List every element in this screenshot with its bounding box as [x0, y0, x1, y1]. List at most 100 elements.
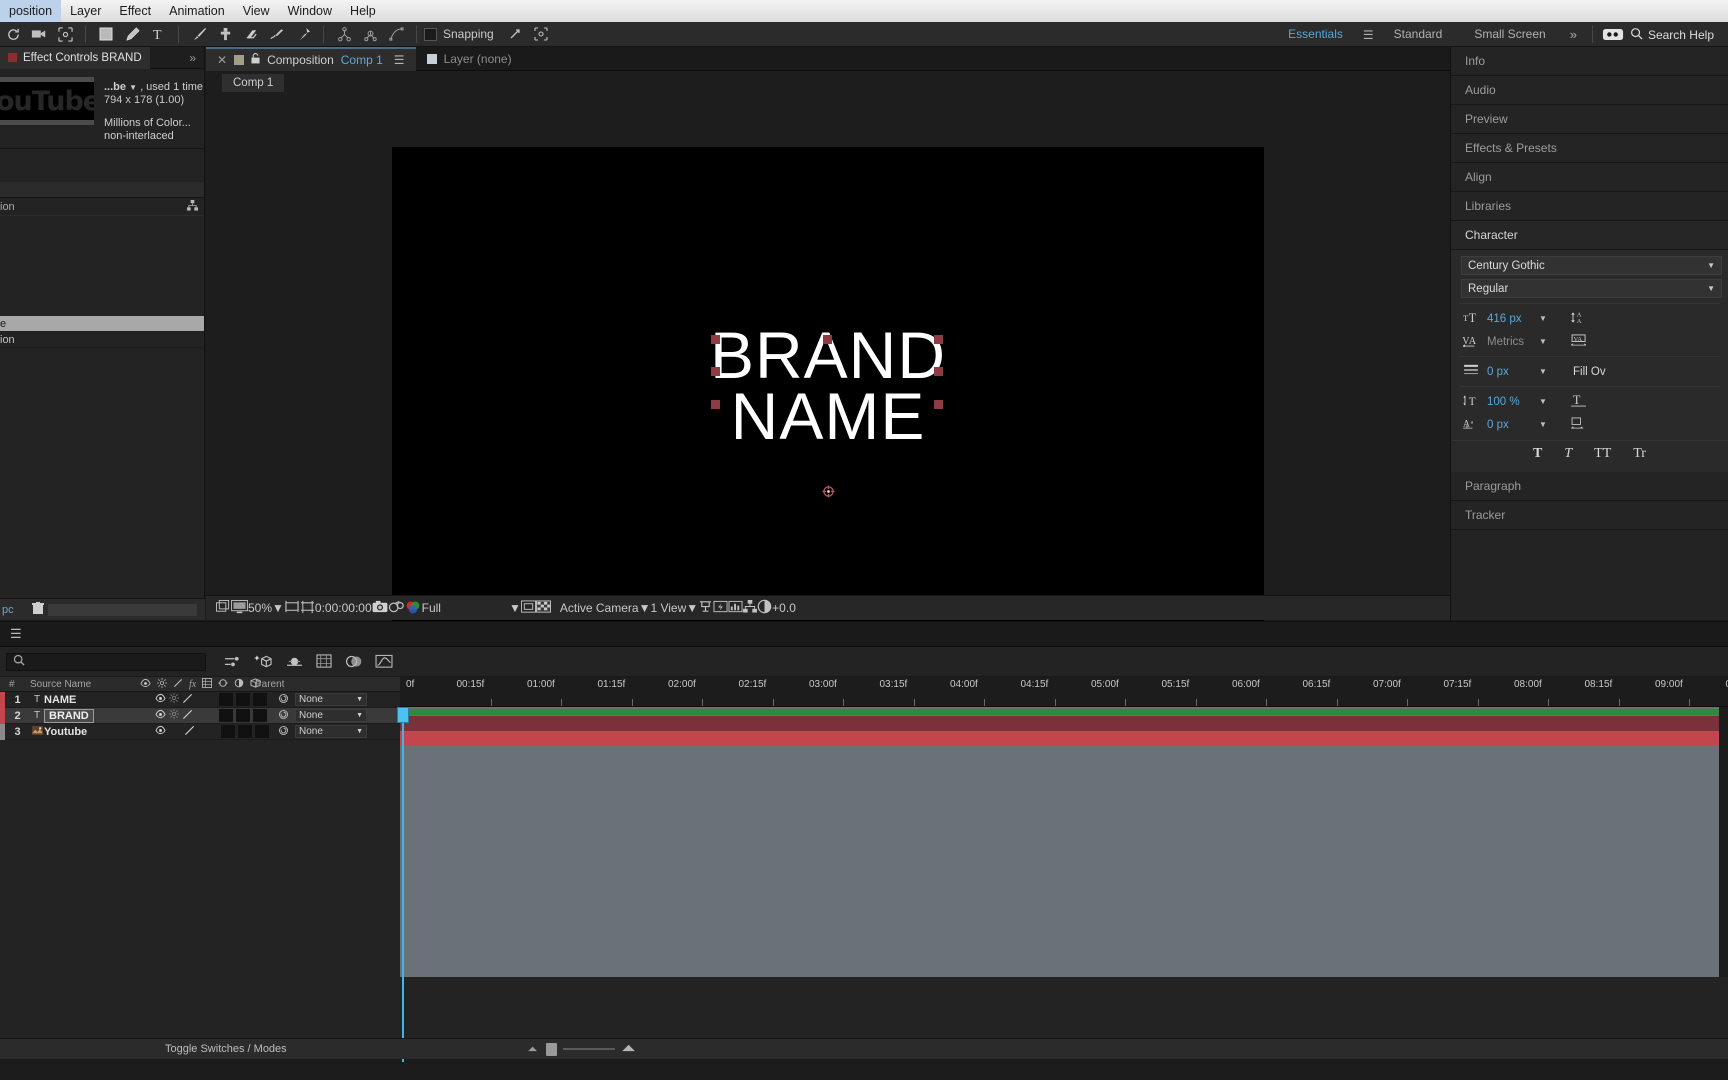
selection-handle-tl[interactable]	[711, 335, 720, 344]
view-count-chevron-icon[interactable]: ▼	[686, 601, 698, 615]
parent-dropdown[interactable]: None ▼	[295, 709, 367, 722]
parent-pickwhip-icon[interactable]	[278, 725, 289, 739]
composition-footer-toolbar[interactable]: 50% ▼ 0:00:00:00 Full ▼ Active Camera ▼ …	[206, 595, 1450, 620]
all-caps-button[interactable]: TT	[1594, 446, 1611, 462]
motion-blur-icon[interactable]	[286, 655, 303, 669]
timeline-toolrow[interactable]	[0, 647, 1728, 677]
switch-box-1[interactable]	[219, 693, 233, 706]
horizontal-scale-field[interactable]: T	[1569, 393, 1673, 410]
menu-item-effect[interactable]: Effect	[110, 0, 160, 22]
snapping-checkbox[interactable]	[424, 27, 437, 41]
workspace-overflow-icon[interactable]: »	[1562, 27, 1585, 42]
frame-blending-icon[interactable]	[316, 654, 332, 669]
region-interest-toggle-icon[interactable]	[520, 599, 536, 617]
current-time-indicator[interactable]	[397, 707, 409, 1062]
project-bit-depth-label[interactable]: pc	[0, 604, 14, 616]
graph-editor-icon[interactable]	[375, 654, 393, 669]
panel-effects-presets[interactable]: Effects & Presets	[1451, 134, 1728, 163]
switch-box-3[interactable]	[253, 693, 267, 706]
lock-toggle-icon[interactable]	[182, 693, 193, 707]
timeline-switch-buttons[interactable]	[224, 654, 393, 670]
mask-feather-tool-icon[interactable]	[384, 23, 408, 46]
project-row-selected[interactable]: e	[0, 316, 204, 332]
font-family-row[interactable]: Century Gothic ▼	[1451, 254, 1728, 277]
menu-item-composition[interactable]: position	[0, 0, 62, 22]
chevron-down-icon[interactable]: ▼	[1707, 261, 1715, 270]
font-size-chevron-icon[interactable]: ▼	[1539, 314, 1547, 323]
menu-item-window[interactable]: Window	[279, 0, 341, 22]
stroke-width-value[interactable]: 0 px	[1487, 366, 1533, 378]
selection-handle-br[interactable]	[934, 400, 943, 409]
menu-bar[interactable]: position Layer Effect Animation View Win…	[0, 0, 1728, 22]
composition-canvas[interactable]: BRAND NAME	[392, 147, 1264, 644]
panel-character[interactable]: Character	[1451, 221, 1728, 250]
baseline-shift-chevron-icon[interactable]: ▼	[1539, 420, 1547, 429]
switch-box-2[interactable]	[236, 693, 250, 706]
switch-box-2[interactable]	[238, 725, 252, 738]
menu-item-help[interactable]: Help	[341, 0, 385, 22]
snap-arrow-icon[interactable]	[503, 23, 527, 46]
character-panel-body[interactable]: Century Gothic ▼ Regular ▼ TT 416 px ▼ A…	[1451, 250, 1728, 472]
timeline-vertical-scrollbar[interactable]	[1719, 707, 1728, 977]
vertical-scale-row[interactable]: T 100 % ▼ T	[1451, 390, 1728, 413]
layer-search-input[interactable]	[6, 652, 206, 671]
parent-dropdown[interactable]: None ▼	[295, 725, 367, 738]
parent-pickwhip-icon[interactable]	[278, 709, 289, 723]
clone-stamp-tool-icon[interactable]	[213, 23, 237, 46]
layer-parent-cell[interactable]: None ▼	[278, 709, 367, 723]
selection-handle-tr[interactable]	[934, 335, 943, 344]
right-dock[interactable]: Info Audio Preview Effects & Presets Ali…	[1450, 47, 1728, 620]
project-item-list[interactable]: e ion	[0, 216, 204, 348]
timeline-zoom-widget[interactable]	[527, 1042, 638, 1056]
parent-chevron-icon[interactable]: ▼	[356, 712, 363, 719]
region-of-interest-icon[interactable]	[284, 600, 300, 617]
puppet-overlap-tool-icon[interactable]	[332, 23, 356, 46]
lock-icon[interactable]	[251, 52, 260, 67]
home-screen-icon[interactable]	[1601, 23, 1625, 46]
toggle-switches-modes-button[interactable]: Toggle Switches / Modes	[165, 1043, 287, 1055]
faux-italic-button[interactable]: T	[1564, 446, 1572, 462]
font-family-select[interactable]: Century Gothic ▼	[1461, 256, 1722, 275]
composition-menu-icon[interactable]: ☰	[394, 53, 405, 67]
fill-stroke-order-value[interactable]: Fill Ov	[1569, 366, 1606, 378]
timeline-panel[interactable]: ☰ # Source Name fx Parent 1 T NAME None …	[0, 621, 1728, 1062]
kerning-chevron-icon[interactable]: ▼	[1539, 337, 1547, 346]
tools-toolbar[interactable]: T Snapping Essentials ☰ Standard Small S…	[0, 22, 1728, 47]
font-style-row[interactable]: Regular ▼	[1451, 277, 1728, 300]
font-size-row[interactable]: TT 416 px ▼ AA	[1451, 307, 1728, 330]
layer-switches[interactable]	[155, 693, 267, 707]
grid-guides-icon[interactable]	[300, 600, 315, 617]
hierarchy-icon[interactable]	[187, 199, 198, 214]
layer-bar-youtube[interactable]	[400, 732, 1728, 746]
snap-bounds-icon[interactable]	[529, 23, 553, 46]
video-toggle-icon[interactable]	[155, 725, 166, 738]
composition-panel[interactable]: ✕ Composition Comp 1 ☰ Layer (none) Comp…	[206, 46, 1450, 644]
zoom-slider-knob[interactable]	[545, 1042, 557, 1056]
zoom-out-icon[interactable]	[527, 1043, 540, 1055]
draft-3d-icon[interactable]	[345, 654, 362, 669]
left-panel-tabbar[interactable]: Effect Controls BRAND »	[0, 46, 204, 69]
leading-field[interactable]: AA	[1569, 311, 1673, 327]
pen-tool-icon[interactable]	[120, 23, 144, 46]
vertical-scale-chevron-icon[interactable]: ▼	[1539, 397, 1547, 406]
camera-tool-icon[interactable]	[27, 23, 51, 46]
always-preview-icon[interactable]	[216, 599, 231, 617]
video-toggle-icon[interactable]	[155, 709, 166, 722]
column-header-parent[interactable]: Parent	[245, 679, 335, 690]
timeline-footer[interactable]: Toggle Switches / Modes	[0, 1038, 1728, 1059]
baseline-shift-value[interactable]: 0 px	[1487, 419, 1533, 431]
composition-tabbar[interactable]: ✕ Composition Comp 1 ☰ Layer (none)	[206, 46, 1450, 71]
timeline-tabbar[interactable]: ☰	[0, 622, 1728, 647]
resolution-value[interactable]: Full	[422, 601, 441, 615]
resolution-chevron-icon[interactable]: ▼	[441, 601, 521, 615]
delete-icon[interactable]	[14, 601, 44, 618]
tsume-field[interactable]	[1569, 417, 1673, 433]
layer-switches[interactable]	[155, 709, 267, 723]
layer-parent-cell[interactable]: None ▼	[278, 725, 367, 739]
pan-behind-tool-icon[interactable]	[53, 23, 77, 46]
layer-selection-box[interactable]	[711, 335, 943, 409]
font-size-value[interactable]: 416 px	[1487, 313, 1533, 325]
exposure-value[interactable]: +0.0	[772, 601, 796, 615]
active-camera-chevron-icon[interactable]: ▼	[639, 601, 651, 615]
parent-dropdown[interactable]: None ▼	[295, 693, 367, 706]
